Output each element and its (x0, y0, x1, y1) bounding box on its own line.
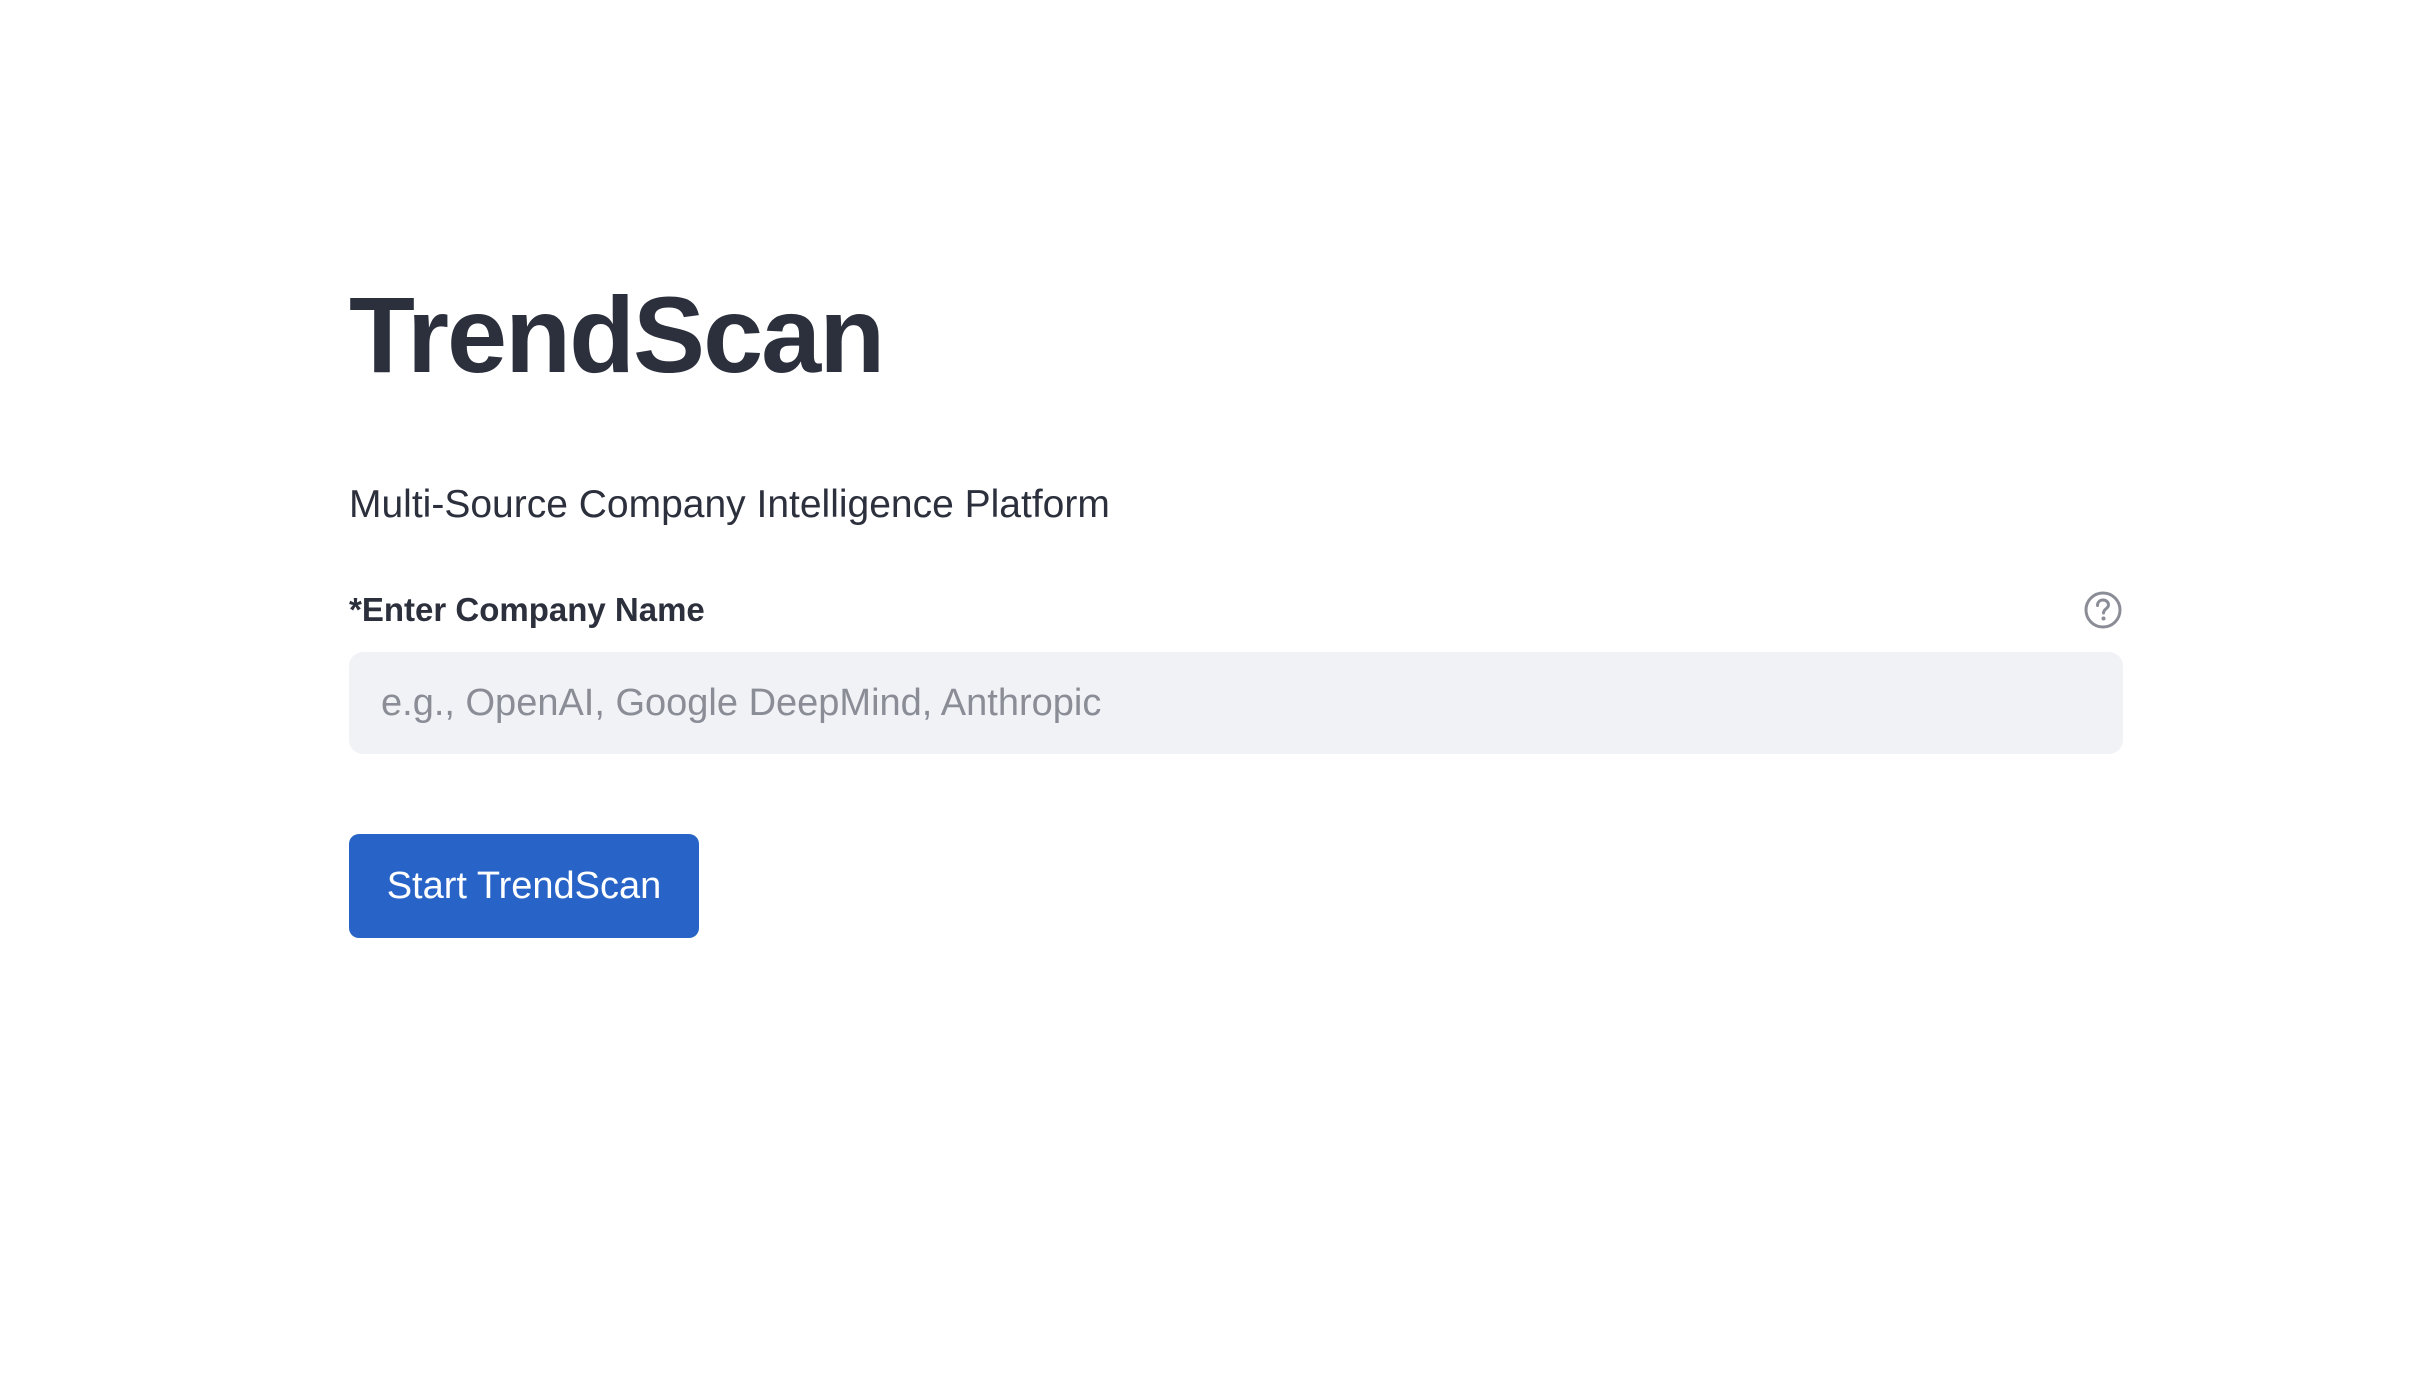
question-circle-icon-graphic (2084, 591, 2122, 629)
company-field-label: *Enter Company Name (349, 591, 705, 628)
page-title: TrendScan (349, 274, 885, 395)
app-root: TrendScan Multi-Source Company Intellige… (0, 0, 2414, 1390)
company-name-input[interactable] (349, 652, 2123, 754)
main-content: TrendScan Multi-Source Company Intellige… (349, 270, 2123, 938)
company-input-container (349, 652, 2123, 754)
start-trendscan-button[interactable]: Start TrendScan (349, 834, 699, 938)
question-circle-icon[interactable] (2083, 590, 2123, 630)
page-subtitle: Multi-Source Company Intelligence Platfo… (349, 483, 1110, 526)
company-field-label-row: *Enter Company Name (349, 585, 2123, 635)
